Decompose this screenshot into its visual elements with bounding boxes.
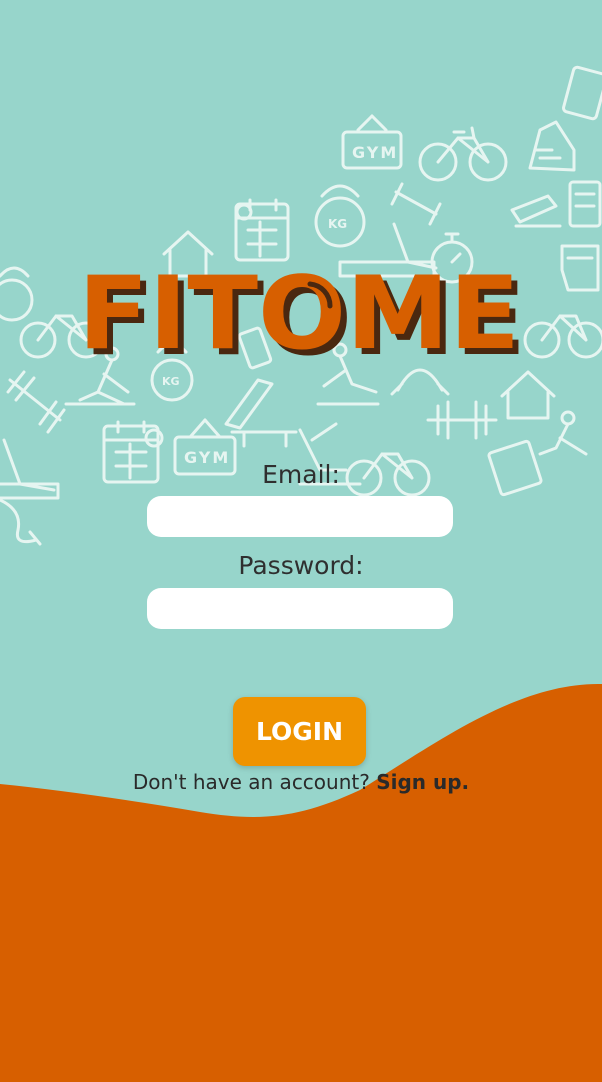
password-input[interactable] bbox=[147, 588, 453, 629]
svg-text:FITOME: FITOME bbox=[78, 262, 520, 362]
fitome-logo: FITOME FITOME bbox=[78, 262, 526, 362]
login-button[interactable]: LOGIN bbox=[233, 697, 366, 766]
kettlebell-icon: KG bbox=[314, 184, 366, 248]
bicycle-icon bbox=[418, 126, 508, 182]
dumbbell-icon bbox=[6, 370, 66, 434]
kettlebell-icon bbox=[0, 266, 34, 322]
glove-icon bbox=[560, 244, 600, 292]
signup-prompt: Don't have an account? bbox=[132, 770, 370, 794]
jump-rope-icon bbox=[0, 498, 42, 546]
dumbbell-icon bbox=[390, 182, 442, 226]
svg-text:GYM: GYM bbox=[352, 143, 398, 162]
email-label: Email: bbox=[262, 460, 340, 489]
dumbbell-icon bbox=[426, 400, 498, 440]
signup-row: Don't have an account? Sign up. bbox=[0, 770, 602, 794]
scale-icon bbox=[562, 65, 602, 121]
house-icon bbox=[500, 370, 556, 420]
weight-bench-icon bbox=[510, 194, 562, 228]
svg-text:KG: KG bbox=[162, 375, 180, 388]
svg-text:KG: KG bbox=[328, 217, 347, 231]
sneaker-icon bbox=[528, 120, 576, 172]
signup-link[interactable]: Sign up. bbox=[376, 770, 469, 794]
weight-bench-icon bbox=[224, 378, 298, 448]
gym-sign-icon: GYM bbox=[341, 114, 403, 170]
bicycle-icon bbox=[523, 314, 602, 359]
password-label: Password: bbox=[238, 551, 364, 580]
notebook-icon bbox=[568, 180, 602, 228]
email-input[interactable] bbox=[147, 496, 453, 537]
jump-rope-icon bbox=[390, 368, 450, 396]
login-screen: GYM GYM KG KG FITOME FITOME Email: Passw… bbox=[0, 0, 602, 1082]
calendar-icon bbox=[234, 198, 290, 262]
